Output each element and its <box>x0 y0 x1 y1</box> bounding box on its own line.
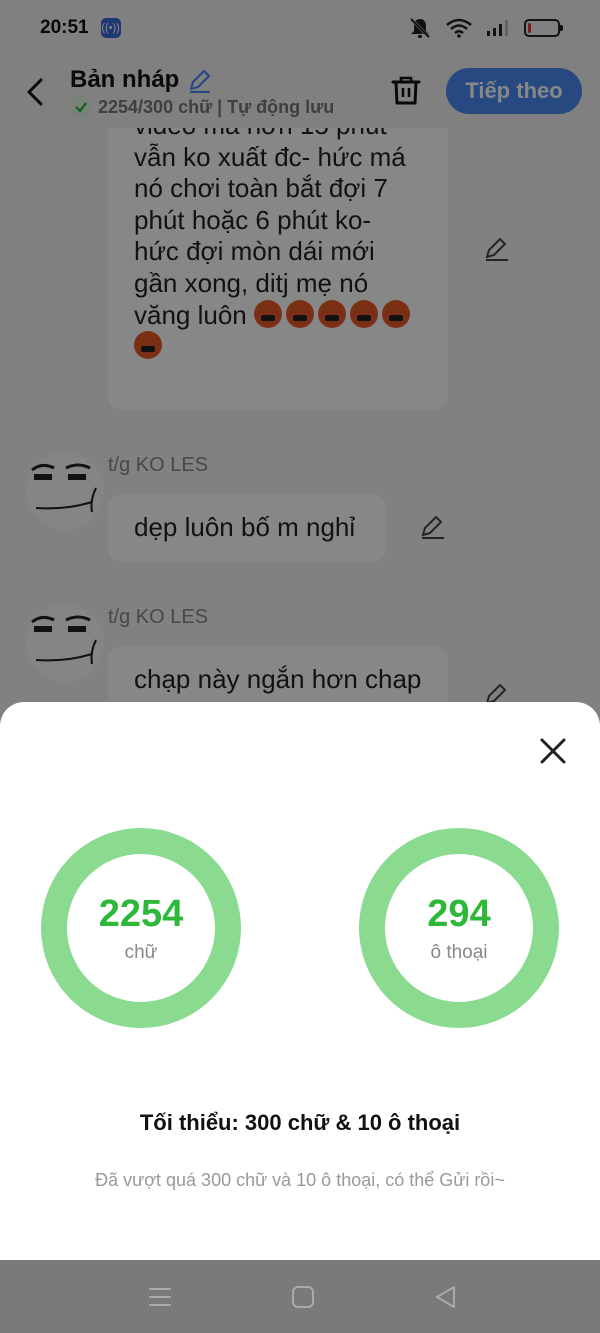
word-count-ring: 2254 chữ <box>41 828 241 1028</box>
angry-emoji-icon <box>286 299 314 328</box>
angry-emoji-icon <box>350 299 378 328</box>
battery-level <box>528 23 531 33</box>
header: Bản nháp 2254/300 chữ | Tự động lưu Tiếp… <box>0 56 600 128</box>
menu-icon[interactable] <box>147 1284 173 1310</box>
back-button[interactable] <box>0 56 70 128</box>
angry-emoji-icon <box>382 299 410 328</box>
message-text: chạp này ngắn hơn chap <box>134 664 422 694</box>
next-button[interactable]: Tiếp theo <box>446 68 582 114</box>
wifi-icon <box>446 18 472 38</box>
word-count-value: 2254 <box>98 893 184 935</box>
angry-emoji-icon <box>254 299 282 328</box>
avatar[interactable] <box>26 452 104 530</box>
home-icon[interactable] <box>290 1284 316 1310</box>
status-time: 20:51 <box>40 17 89 38</box>
back-triangle-icon[interactable] <box>433 1284 459 1310</box>
message-bubble[interactable]: chạp này ngắn hơn chap <box>108 646 448 708</box>
battery-icon <box>524 19 563 37</box>
edit-icon[interactable] <box>420 514 446 540</box>
title-block: Bản nháp 2254/300 chữ | Tự động lưu <box>70 66 334 118</box>
check-icon <box>70 96 92 118</box>
mute-icon <box>409 17 431 39</box>
status-bar: 20:51 ((•)) <box>0 0 600 56</box>
angry-emoji-icon <box>134 331 162 360</box>
trash-icon <box>391 76 421 105</box>
author-name: t/g KO LES <box>108 454 209 476</box>
delete-button[interactable] <box>386 70 426 110</box>
dialogue-count-label: ô thoại <box>430 942 488 963</box>
system-nav-bar <box>0 1260 600 1333</box>
minimum-requirement: Tối thiểu: 300 chữ & 10 ô thoại <box>139 1110 461 1135</box>
word-count-status: 2254/300 chữ | Tự động lưu <box>98 96 335 117</box>
status-icons <box>408 17 563 39</box>
radio-icon: ((•)) <box>100 18 121 38</box>
message-bubble[interactable]: dẹp luôn bố m nghỉ <box>108 494 386 562</box>
angry-emoji-icon <box>318 299 346 328</box>
close-icon[interactable] <box>536 734 570 768</box>
message-bubble[interactable]: video mà hơn 15 phút vẫn ko xuất đc- hức… <box>108 128 448 410</box>
dialogue-count-ring: 294 ô thoại <box>359 828 559 1028</box>
back-icon <box>27 78 43 106</box>
word-count-label: chữ <box>124 942 158 963</box>
pencil-icon[interactable] <box>187 67 213 93</box>
author-name: t/g KO LES <box>108 606 209 628</box>
avatar[interactable] <box>26 604 104 682</box>
page-title: Bản nháp <box>70 66 180 93</box>
requirement-note: Đã vượt quá 300 chữ và 10 ô thoại, có th… <box>95 1170 505 1190</box>
message-text: dẹp luôn bố m nghỉ <box>134 512 356 543</box>
stats-sheet: 2254 chữ 294 ô thoại Tối thiểu: 300 chữ … <box>0 702 600 1260</box>
signal-icon <box>487 20 508 36</box>
edit-icon[interactable] <box>484 236 510 262</box>
dialogue-count-value: 294 <box>427 893 491 935</box>
chat-area[interactable]: video mà hơn 15 phút vẫn ko xuất đc- hức… <box>0 128 600 708</box>
